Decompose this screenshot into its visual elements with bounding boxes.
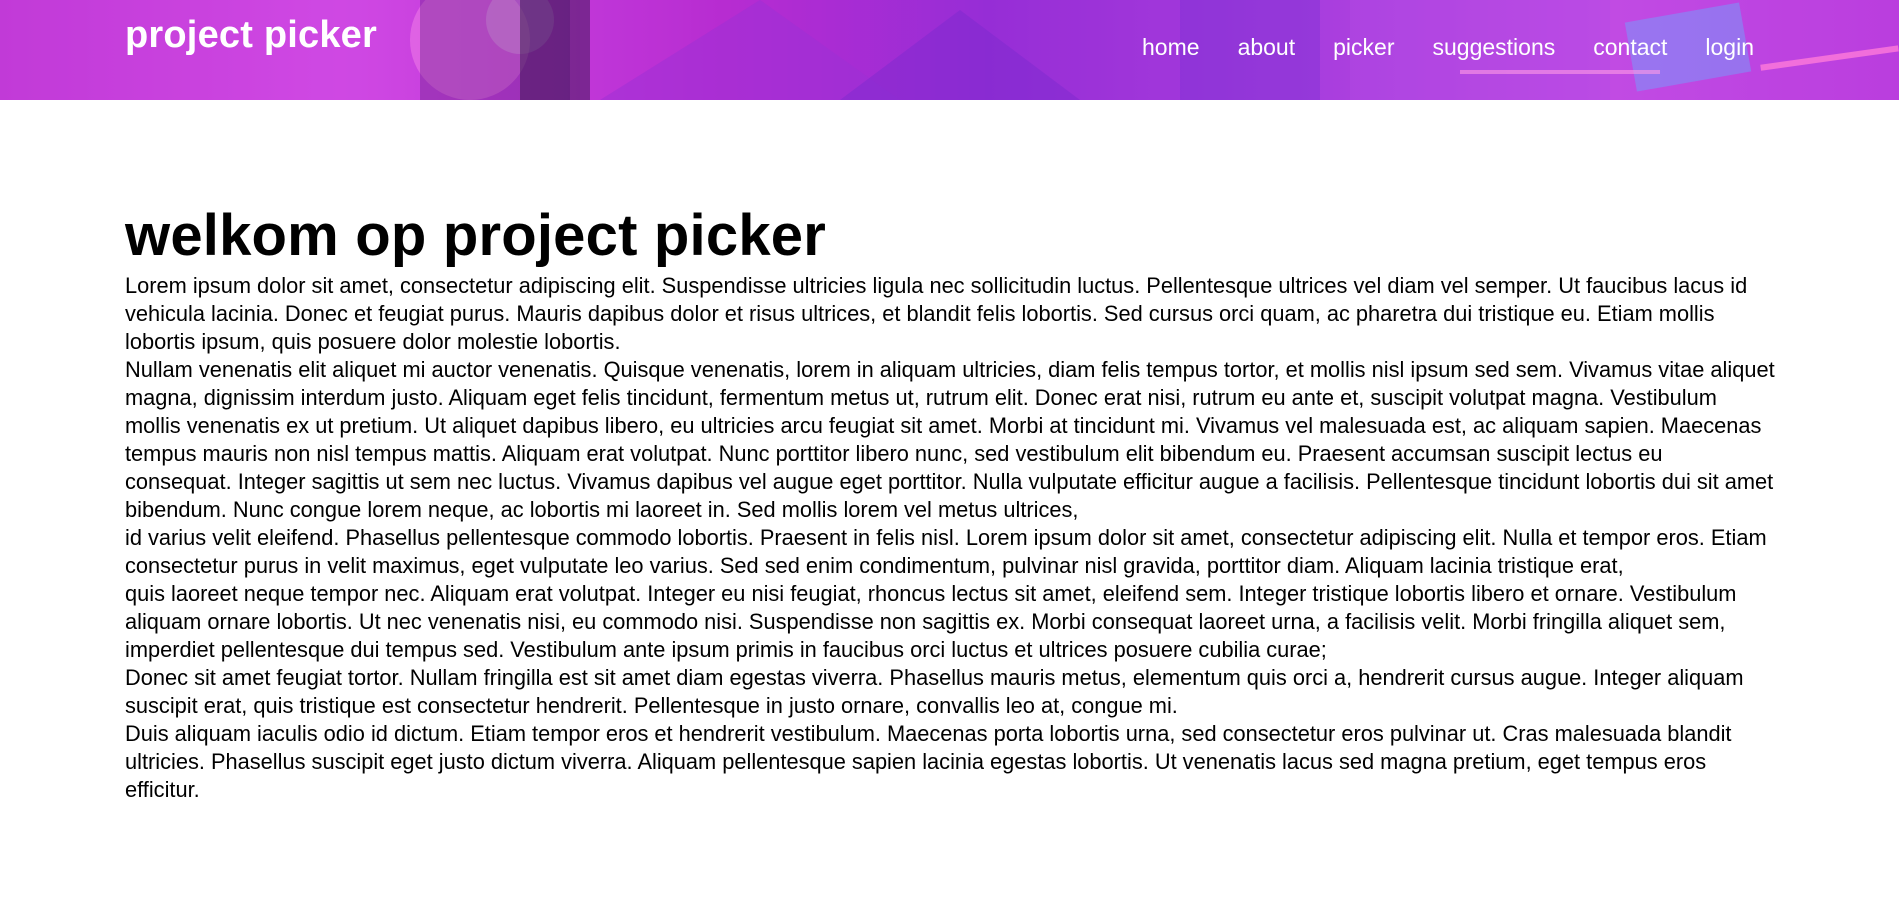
nav-suggestions-link[interactable]: suggestions [1432,34,1555,61]
content-paragraph-5: Donec sit amet feugiat tortor. Nullam fr… [125,665,1744,718]
content-paragraph-4: quis laoreet neque tempor nec. Aliquam e… [125,581,1737,662]
nav-picker-link[interactable]: picker [1333,34,1394,61]
site-header: project picker home about picker suggest… [0,0,1899,100]
content-paragraph-6: Duis aliquam iaculis odio id dictum. Eti… [125,721,1732,802]
content-paragraph-3: id varius velit eleifend. Phasellus pell… [125,525,1767,578]
site-logo-text[interactable]: project picker [125,14,377,57]
nav-about-link[interactable]: about [1238,34,1296,61]
nav-login-link[interactable]: login [1705,34,1754,61]
nav-home-link[interactable]: home [1142,34,1200,61]
content-paragraph-2: Nullam venenatis elit aliquet mi auctor … [125,357,1775,522]
main-navigation: home about picker suggestions contact lo… [1142,34,1754,61]
main-content: welkom op project picker Lorem ipsum dol… [125,200,1775,804]
page-title: welkom op project picker [125,203,826,268]
content-paragraph-1: Lorem ipsum dolor sit amet, consectetur … [125,273,1748,354]
nav-contact-link[interactable]: contact [1593,34,1667,61]
